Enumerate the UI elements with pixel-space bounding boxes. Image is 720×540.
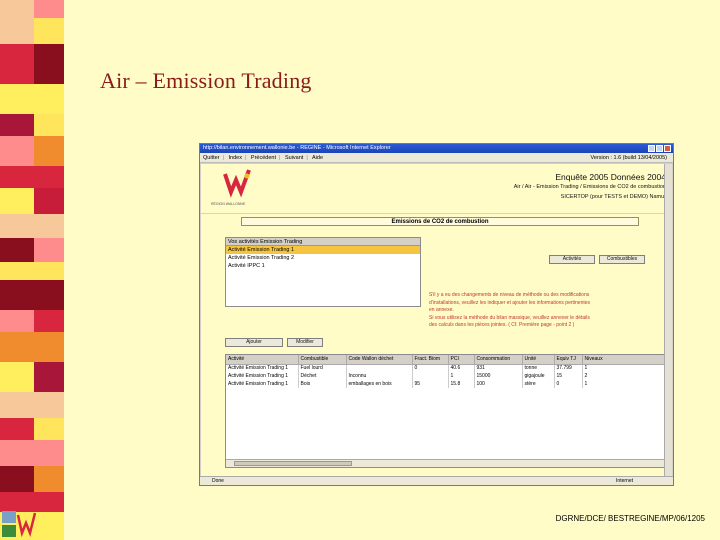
methodology-warning: S'il y a eu des changements de niveau de… — [429, 292, 644, 330]
app-version: Version : 1.6 (build 13/04/2005) — [590, 155, 667, 161]
page-header: RÉGION WALLONNE Enquête 2005 Données 200… — [201, 164, 672, 214]
browser-window: http://bilan.environnement.wallonie.be -… — [199, 143, 674, 486]
table-cell: 15 — [554, 372, 583, 380]
warning-line: d'installations, veuillez les indiquer e… — [429, 299, 591, 306]
column-header[interactable]: Equiv TJ — [554, 355, 583, 365]
activities-list: Vos activités Emission Trading Activité … — [225, 237, 421, 307]
table-cell: 2 — [582, 372, 668, 380]
logo-caption: RÉGION WALLONNE — [211, 202, 246, 206]
window-titlebar: http://bilan.environnement.wallonie.be -… — [200, 144, 673, 153]
table-cell: gigajoule — [522, 372, 555, 380]
menu-previous[interactable]: Précédent — [251, 155, 276, 161]
table-cell: 95 — [412, 380, 449, 388]
table-cell: 100 — [474, 380, 523, 388]
table-cell: 37.799 — [554, 364, 583, 372]
slide-footer: DGRNE/DCE/ BESTREGINE/MP/06/1205 — [555, 514, 705, 523]
warning-line: Si vous utilisez la méthode du bilan mas… — [429, 314, 590, 321]
table-row[interactable]: Activité Emission Trading 1 Déchet Incon… — [226, 372, 668, 380]
warning-line: en annexe. — [429, 307, 454, 313]
list-item[interactable]: Activité Emission Trading 2 — [226, 254, 420, 262]
table-cell: Inconnu — [346, 372, 413, 380]
column-header[interactable]: Code Wallon déchet — [346, 355, 413, 365]
table-cell: Activité Emission Trading 1 — [226, 380, 299, 388]
menu-index[interactable]: Index — [228, 155, 241, 161]
status-text: Done — [212, 478, 224, 484]
table-cell: Activité Emission Trading 1 — [226, 372, 299, 380]
fuel-table: Activité Combustible Code Wallon déchet … — [225, 354, 669, 468]
table-cell: 40.6 — [448, 364, 475, 372]
warning-line: des calculs dans les pièces jointes. ( C… — [429, 322, 575, 328]
fuels-button[interactable]: Combustibles — [599, 255, 645, 264]
column-header[interactable]: PCI — [448, 355, 475, 365]
column-header[interactable]: Fract. Biom — [412, 355, 449, 365]
vertical-scrollbar[interactable] — [664, 164, 672, 477]
menu-quit[interactable]: Quitter — [203, 155, 220, 161]
region-logo: RÉGION WALLONNE — [211, 168, 257, 208]
scrollbar-thumb[interactable] — [234, 461, 352, 466]
region-logo-icon — [223, 169, 251, 198]
column-header[interactable]: Niveaux — [582, 355, 668, 365]
survey-title: Enquête 2005 Données 2004 — [555, 172, 666, 182]
warning-line: S'il y a eu des changements de niveau de… — [429, 292, 590, 298]
list-item[interactable]: Activité Emission Trading 1 — [226, 246, 420, 254]
slide-title: Air – Emission Trading — [100, 68, 312, 93]
add-button[interactable]: Ajouter — [225, 338, 283, 347]
table-cell: 0 — [412, 364, 449, 372]
menu-help[interactable]: Aide — [312, 155, 323, 161]
table-cell: emballages en bois — [346, 380, 413, 388]
horizontal-scrollbar[interactable] — [226, 459, 668, 467]
breadcrumb: Air / Air - Emission Trading / Emissions… — [513, 184, 666, 190]
menu-next[interactable]: Suivant — [285, 155, 303, 161]
table-cell: 0 — [554, 380, 583, 388]
corner-logo-icon — [2, 511, 36, 537]
maximize-icon[interactable] — [656, 145, 663, 152]
page-content: RÉGION WALLONNE Enquête 2005 Données 200… — [201, 164, 672, 477]
column-header[interactable]: Unité — [522, 355, 555, 365]
table-cell — [346, 364, 413, 372]
table-row[interactable]: Activité Emission Trading 1 Bois emballa… — [226, 380, 668, 388]
company-name: SICERTOP (pour TESTS et DEMO) Namur — [560, 194, 666, 200]
status-bar: Done Internet — [200, 476, 673, 485]
table-cell — [412, 372, 449, 380]
app-menubar: Quitter | Index | Précédent | Suivant | Aide… — [200, 153, 673, 163]
minimize-icon[interactable] — [648, 145, 655, 152]
table-header-row: Activité Combustible Code Wallon déchet … — [226, 355, 668, 365]
table-cell: stère — [522, 380, 555, 388]
decorative-stripe — [0, 0, 64, 540]
table-cell: 931 — [474, 364, 523, 372]
table-cell: Bois — [298, 380, 347, 388]
table-cell: 15.8 — [448, 380, 475, 388]
table-cell: 15000 — [474, 372, 523, 380]
table-cell: Déchet — [298, 372, 347, 380]
table-cell: Activité Emission Trading 1 — [226, 364, 299, 372]
column-header[interactable]: Consommation — [474, 355, 523, 365]
activities-button[interactable]: Activités — [549, 255, 595, 264]
security-zone: Internet — [616, 478, 633, 484]
list-item[interactable]: Activité IPPC 1 — [226, 262, 420, 270]
table-row[interactable]: Activité Emission Trading 1 Fuel lourd 0… — [226, 364, 668, 372]
column-header[interactable]: Activité — [226, 355, 299, 365]
column-header[interactable]: Combustible — [298, 355, 347, 365]
modify-button[interactable]: Modifier — [287, 338, 323, 347]
close-icon[interactable] — [664, 145, 671, 152]
table-cell: tonne — [522, 364, 555, 372]
table-cell: 1 — [582, 364, 668, 372]
table-cell: 1 — [582, 380, 668, 388]
section-title: Emissions de CO2 de combustion — [241, 217, 639, 226]
table-cell: 1 — [448, 372, 475, 380]
table-cell: Fuel lourd — [298, 364, 347, 372]
activities-list-header: Vos activités Emission Trading — [226, 238, 420, 246]
window-title: http://bilan.environnement.wallonie.be -… — [203, 145, 391, 151]
